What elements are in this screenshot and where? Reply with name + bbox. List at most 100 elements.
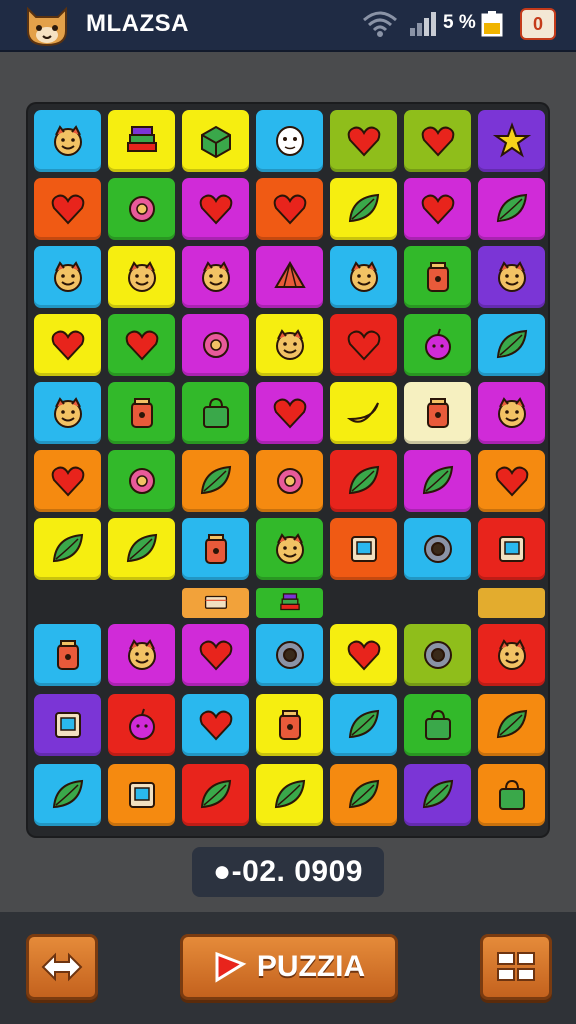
flag-icon	[215, 951, 247, 983]
tile[interactable]	[108, 624, 175, 686]
tile[interactable]	[478, 382, 545, 444]
leaf-icon	[126, 533, 157, 563]
tile[interactable]	[108, 450, 175, 512]
tile[interactable]	[34, 178, 101, 240]
tile[interactable]	[108, 694, 175, 756]
tile[interactable]	[34, 624, 101, 686]
tile[interactable]	[404, 764, 471, 826]
menu-button[interactable]: 0	[520, 8, 556, 40]
tile[interactable]	[182, 382, 249, 444]
box-icon	[350, 536, 377, 562]
leaf-icon	[200, 465, 231, 495]
tile[interactable]	[182, 178, 249, 240]
tile[interactable]	[34, 246, 101, 308]
tile[interactable]	[330, 764, 397, 826]
tile[interactable]	[182, 764, 249, 826]
tile[interactable]	[478, 764, 545, 826]
tile[interactable]	[330, 314, 397, 376]
tile[interactable]	[108, 178, 175, 240]
grid-button[interactable]	[480, 934, 552, 1000]
book-stack-icon	[126, 126, 157, 152]
tile[interactable]	[330, 110, 397, 172]
tile[interactable]	[330, 518, 397, 580]
tile[interactable]	[478, 518, 545, 580]
face-icon	[53, 261, 82, 292]
tile[interactable]	[108, 518, 175, 580]
tile[interactable]	[182, 314, 249, 376]
face-icon	[53, 125, 82, 156]
tile[interactable]	[34, 694, 101, 756]
tile[interactable]	[404, 450, 471, 512]
tile[interactable]	[182, 110, 249, 172]
jar-icon	[56, 640, 79, 670]
tile[interactable]	[404, 624, 471, 686]
tile[interactable]	[34, 110, 101, 172]
tile[interactable]	[34, 450, 101, 512]
tile[interactable]	[404, 382, 471, 444]
swap-button[interactable]	[26, 934, 98, 1000]
tile[interactable]	[404, 246, 471, 308]
tile[interactable]	[478, 450, 545, 512]
heart-icon	[273, 194, 306, 225]
face-icon	[349, 261, 378, 292]
gap-tile[interactable]	[256, 588, 323, 618]
puzzle-button[interactable]: PUZZIA	[180, 934, 398, 1000]
tile[interactable]	[478, 246, 545, 308]
tile[interactable]	[256, 764, 323, 826]
tile[interactable]	[182, 518, 249, 580]
blank-icon	[495, 590, 529, 616]
tile[interactable]	[256, 518, 323, 580]
tile[interactable]	[478, 624, 545, 686]
tile[interactable]	[34, 764, 101, 826]
tile[interactable]	[256, 314, 323, 376]
tile[interactable]	[404, 314, 471, 376]
tile[interactable]	[404, 110, 471, 172]
tile[interactable]	[330, 178, 397, 240]
face-icon	[53, 397, 82, 428]
tile[interactable]	[182, 624, 249, 686]
heart-icon	[273, 398, 306, 429]
tile[interactable]	[108, 314, 175, 376]
tile[interactable]	[404, 694, 471, 756]
jar-icon	[278, 710, 301, 740]
heart-icon	[125, 330, 158, 361]
tile[interactable]	[330, 694, 397, 756]
heart-icon	[51, 330, 84, 361]
tile[interactable]	[34, 314, 101, 376]
tile[interactable]	[256, 624, 323, 686]
tile[interactable]	[478, 694, 545, 756]
tile[interactable]	[404, 178, 471, 240]
bag-icon	[424, 709, 451, 740]
tile[interactable]	[182, 450, 249, 512]
leaf-icon	[348, 709, 379, 739]
tile[interactable]	[34, 518, 101, 580]
tile[interactable]	[330, 450, 397, 512]
tile[interactable]	[34, 382, 101, 444]
tile[interactable]	[478, 178, 545, 240]
tile[interactable]	[256, 694, 323, 756]
tile[interactable]	[330, 382, 397, 444]
tile[interactable]	[108, 110, 175, 172]
tile[interactable]	[404, 518, 471, 580]
leaf-icon	[422, 779, 453, 809]
tile[interactable]	[108, 382, 175, 444]
tile[interactable]	[256, 178, 323, 240]
tile[interactable]	[330, 246, 397, 308]
tile[interactable]	[256, 110, 323, 172]
tile[interactable]	[182, 246, 249, 308]
tile[interactable]	[256, 246, 323, 308]
tile[interactable]	[108, 246, 175, 308]
box-icon	[498, 536, 525, 562]
leaf-icon	[496, 193, 527, 223]
gap-tile[interactable]	[478, 588, 545, 618]
puzzle-label: PUZZIA	[256, 950, 366, 983]
tile[interactable]	[478, 110, 545, 172]
tile[interactable]	[478, 314, 545, 376]
tile[interactable]	[108, 764, 175, 826]
tile[interactable]	[182, 694, 249, 756]
tile[interactable]	[256, 382, 323, 444]
tile[interactable]	[330, 624, 397, 686]
heart-icon	[421, 194, 454, 225]
tile[interactable]	[256, 450, 323, 512]
gap-tile[interactable]	[182, 588, 249, 618]
